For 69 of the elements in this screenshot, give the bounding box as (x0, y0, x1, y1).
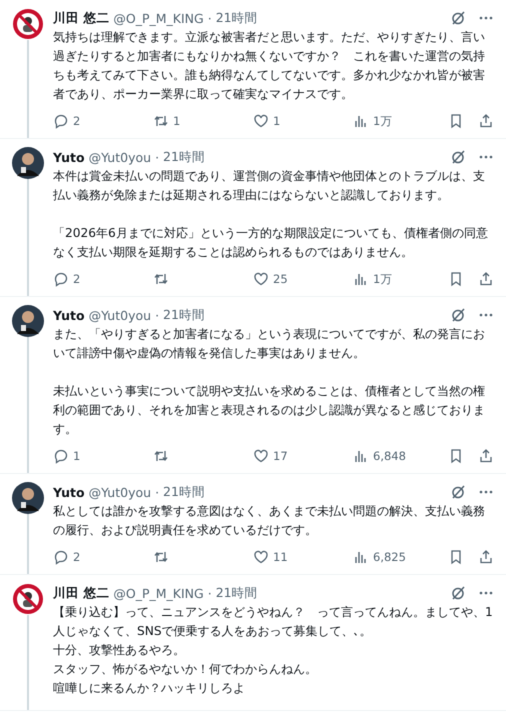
reply-button[interactable]: 2 (53, 549, 153, 565)
like-button[interactable]: 17 (253, 448, 353, 464)
post-text: 私としては誰かを攻撃する意図はなく、あくまで未払い問題の解決、支払い義務の履行、および説明責任を求めているだけです。 (53, 503, 486, 539)
heart-icon (253, 113, 269, 129)
post-text: スタッフ、怖がるやないか！何でわからんねん。 (53, 661, 318, 678)
post-text: 【乗り込む】って、ニュアンスをどうやねん？ って言ってんねん。ましてや、1人じゃなくて、SNSで便乗する人をあおって募集して、､。 (53, 604, 494, 640)
like-button[interactable]: 25 (253, 271, 353, 287)
avatar[interactable] (12, 482, 44, 514)
like-button[interactable]: 1 (253, 113, 353, 129)
display-name[interactable]: 川田 悠二 (53, 584, 110, 602)
separator: · (155, 308, 160, 322)
post-text: 本件は賞金未払いの問題であり、運営側の資金事情や他団体とのトラブルは、支払い義務が免除または延期される理由にはならないと認識しております。 (53, 168, 486, 204)
reply-button[interactable]: 1 (53, 448, 153, 464)
avatar[interactable] (12, 147, 44, 179)
post-time[interactable]: 21時間 (216, 10, 258, 26)
share-icon[interactable] (478, 448, 494, 464)
post-time[interactable]: 21時間 (163, 484, 205, 500)
share-icon[interactable] (478, 113, 494, 129)
post-time[interactable]: 21時間 (216, 584, 258, 602)
heart-icon (253, 448, 269, 464)
grok-icon[interactable] (450, 484, 466, 500)
views-button[interactable]: 6,848 (353, 448, 443, 464)
grok-icon[interactable] (450, 307, 466, 323)
views-button[interactable]: 1万 (353, 271, 443, 287)
reply-icon (53, 271, 69, 287)
username[interactable]: @Yut0you (88, 484, 152, 500)
separator: · (155, 150, 160, 164)
repost-button[interactable]: 1 (153, 113, 253, 129)
like-button[interactable]: 11 (253, 549, 353, 565)
username[interactable]: @Yut0you (88, 308, 152, 322)
display-name[interactable]: Yuto (53, 150, 85, 164)
username[interactable]: @O_P_M_KING (113, 10, 204, 26)
reply-icon (53, 448, 69, 464)
reply-icon (53, 549, 69, 565)
heart-icon (253, 271, 269, 287)
grok-icon[interactable] (450, 10, 466, 26)
username[interactable]: @O_P_M_KING (113, 586, 204, 600)
heart-icon (253, 549, 269, 565)
display-name[interactable]: 川田 悠二 (53, 10, 110, 26)
views-button[interactable]: 6,825 (353, 549, 443, 565)
avatar[interactable] (12, 583, 44, 615)
separator: · (208, 10, 212, 26)
post-text: 未払いという事実について説明や支払いを求めることは、債権者として当然の権利の範囲であり、それを加害と表現されるのは少し認識が異なると感じております。 (53, 383, 486, 438)
repost-icon (153, 549, 169, 565)
repost-icon (153, 113, 169, 129)
reply-button[interactable]: 2 (53, 113, 153, 129)
username[interactable]: @Yut0you (88, 150, 152, 164)
display-name[interactable]: Yuto (53, 484, 85, 500)
grok-icon[interactable] (450, 149, 466, 165)
post-text: 喧嘩しに来るんか？ハッキリしろよ (53, 680, 246, 697)
display-name[interactable]: Yuto (53, 308, 85, 322)
views-button[interactable]: 1万 (353, 113, 443, 129)
share-icon[interactable] (478, 271, 494, 287)
post-time[interactable]: 21時間 (163, 148, 205, 166)
reply-button[interactable]: 2 (53, 271, 153, 287)
post-text: 十分、攻撃性あるやろ。 (53, 642, 186, 659)
avatar[interactable] (12, 305, 44, 337)
separator: · (155, 484, 160, 500)
separator: · (208, 586, 212, 600)
repost-icon (153, 448, 169, 464)
grok-icon[interactable] (450, 585, 466, 601)
post-text: また、「やりすぎると加害者になる」という表現についてですが、私の発言において誹謗中傷や虚偽の情報を発信した事実はありません。 (53, 326, 486, 362)
post-time[interactable]: 21時間 (163, 306, 205, 324)
post-text: 気持ちは理解できます。立派な被害者だと思います。ただ、やりすぎたり、言い過ぎたりすると加害者にもなりかね無くないですか？ これを書いた運営の気持ちも考えてみて下さい。誰も納得なんてしてないです。多かれ少なかれ皆が被害者であり、ポーカー業界に取って確実なマイナスです。 (53, 29, 486, 103)
avatar[interactable] (12, 8, 44, 40)
post-text: 「2026年6月までに対応」という一方的な期限設定についても、債権者側の同意なく支払い期限を延期することは認められるものではありません。 (53, 225, 489, 261)
reply-icon (53, 113, 69, 129)
share-icon[interactable] (478, 549, 494, 565)
repost-icon (153, 271, 169, 287)
